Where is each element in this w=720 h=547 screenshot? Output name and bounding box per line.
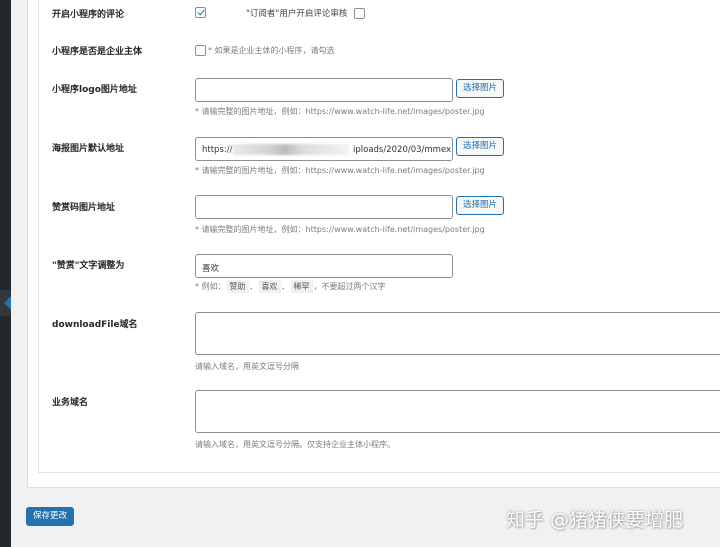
- subscriber-moderation-label: "订阅者"用户开启评论审核: [246, 9, 348, 19]
- collapse-arrow-icon[interactable]: [4, 296, 11, 310]
- poster-url-hint: * 请输完整的图片地址，例如：https://www.watch-life.ne…: [195, 166, 485, 175]
- download-domain-textarea[interactable]: [195, 312, 720, 355]
- reward-text-hint-suffix: ，不要超过两个汉字: [313, 282, 386, 291]
- poster-url-input[interactable]: https:// iploads/2020/03/mmex: [195, 137, 453, 161]
- zhihu-watermark: 知乎 @猪猪侠要增肥: [506, 509, 684, 531]
- logo-url-hint: * 请输完整的图片地址，例如：https://www.watch-life.ne…: [195, 107, 485, 116]
- business-domain-label: 业务域名: [52, 398, 89, 408]
- logo-choose-image-button[interactable]: 选择图片: [456, 79, 504, 98]
- reward-code-label: 赞赏码图片地址: [52, 203, 116, 213]
- poster-url-value-end: iploads/2020/03/mmex: [353, 145, 452, 155]
- reward-code-hint: * 请输完整的图片地址，例如：https://www.watch-life.ne…: [195, 225, 485, 234]
- business-domain-textarea[interactable]: [195, 390, 720, 433]
- reward-code-input[interactable]: [195, 195, 453, 219]
- reward-text-value: 喜欢: [202, 264, 220, 274]
- save-changes-button[interactable]: 保存更改: [26, 507, 74, 526]
- comment-toggle-label: 开启小程序的评论: [52, 10, 125, 20]
- logo-url-input[interactable]: [195, 78, 453, 102]
- poster-url-value-start: https://: [202, 145, 233, 155]
- admin-sidebar-edge: [0, 0, 11, 547]
- example-tag: 赞助: [226, 280, 249, 293]
- download-domain-hint: 请输入域名，用英文逗号分隔: [195, 362, 299, 371]
- enterprise-checkbox[interactable]: [195, 45, 206, 56]
- reward-text-hint-prefix: * 例如：: [195, 282, 226, 291]
- download-domain-label: downloadFile域名: [52, 320, 138, 330]
- reward-text-label: "赞赏"文字调整为: [52, 261, 125, 271]
- logo-url-label: 小程序logo图片地址: [52, 85, 137, 95]
- business-domain-hint: 请输入域名，用英文逗号分隔。仅支持企业主体小程序。: [195, 440, 395, 449]
- comment-toggle-checkbox[interactable]: [195, 7, 206, 18]
- poster-choose-image-button[interactable]: 选择图片: [456, 137, 504, 156]
- example-tag: 喜欢: [258, 280, 281, 293]
- enterprise-hint: * 如果是企业主体的小程序，请勾选: [208, 46, 335, 55]
- example-tag: 稀罕: [290, 280, 313, 293]
- reward-code-choose-image-button[interactable]: 选择图片: [456, 196, 504, 215]
- enterprise-label: 小程序是否是企业主体: [52, 47, 143, 57]
- redacted-url-blur: [233, 144, 349, 155]
- poster-url-label: 海报图片默认地址: [52, 144, 125, 154]
- reward-text-hint: * 例如： 赞助、喜欢、稀罕 ，不要超过两个汉字: [195, 280, 386, 293]
- reward-text-input[interactable]: 喜欢: [195, 254, 453, 278]
- subscriber-moderation-checkbox[interactable]: [354, 8, 365, 19]
